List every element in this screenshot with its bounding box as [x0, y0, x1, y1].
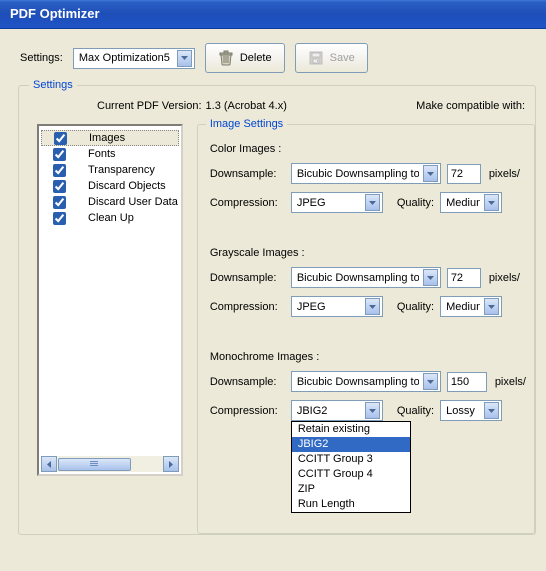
main-columns: Images Fonts Transparency Discard Objects Di…	[19, 124, 535, 534]
dropdown-option[interactable]: Retain existing	[292, 422, 410, 437]
category-checkbox[interactable]	[53, 180, 66, 193]
settings-toolbar: Settings: Max Optimization5 Delete Save	[18, 43, 536, 73]
mono-compression-dropdown[interactable]: JBIG2	[291, 400, 383, 421]
horizontal-scrollbar[interactable]	[41, 456, 179, 472]
chevron-down-icon	[365, 298, 380, 315]
chevron-down-icon	[484, 402, 499, 419]
quality-label: Quality:	[397, 197, 434, 209]
image-settings-group: Image Settings Color Images : Downsample…	[197, 124, 535, 534]
category-label: Fonts	[88, 148, 116, 160]
category-checkbox[interactable]	[53, 212, 66, 225]
gray-heading: Grayscale Images :	[210, 247, 526, 259]
settings-label: Settings:	[20, 52, 63, 64]
scroll-left-button[interactable]	[41, 456, 57, 472]
color-downsample-dropdown[interactable]: Bicubic Downsampling to	[291, 163, 441, 184]
category-label: Transparency	[88, 164, 155, 176]
category-checkbox[interactable]	[54, 132, 67, 145]
category-label: Discard Objects	[88, 180, 166, 192]
compat-label: Make compatible with:	[416, 100, 525, 112]
window-titlebar: PDF Optimizer	[0, 0, 546, 29]
mono-quality-dropdown[interactable]: Lossy	[440, 400, 502, 421]
settings-preset-dropdown[interactable]: Max Optimization5	[73, 48, 195, 69]
category-row[interactable]: Images	[41, 130, 179, 146]
save-button-label: Save	[330, 52, 355, 64]
dropdown-option[interactable]: ZIP	[292, 482, 410, 497]
dropdown-option[interactable]: JBIG2	[292, 437, 410, 452]
delete-button[interactable]: Delete	[205, 43, 285, 73]
compression-label: Compression:	[210, 197, 285, 209]
gray-dpi-input[interactable]	[447, 268, 481, 288]
chevron-down-icon	[177, 50, 192, 67]
category-label: Clean Up	[88, 212, 134, 224]
chevron-down-icon	[423, 165, 438, 182]
category-checkbox[interactable]	[53, 196, 66, 209]
chevron-down-icon	[423, 373, 438, 390]
scroll-right-button[interactable]	[163, 456, 179, 472]
category-row[interactable]: Clean Up	[41, 210, 179, 226]
category-checkbox[interactable]	[53, 148, 66, 161]
window-body: Settings: Max Optimization5 Delete Save	[0, 29, 546, 535]
trash-icon	[218, 50, 234, 66]
save-icon	[308, 50, 324, 66]
category-row[interactable]: Discard User Data	[41, 194, 179, 210]
dropdown-option[interactable]: CCITT Group 3	[292, 452, 410, 467]
settings-fieldset: Settings Current PDF Version: 1.3 (Acrob…	[18, 85, 536, 535]
mono-dpi-input[interactable]	[447, 372, 487, 392]
settings-legend: Settings	[29, 79, 77, 91]
window-title: PDF Optimizer	[10, 6, 100, 21]
downsample-label: Downsample:	[210, 168, 285, 180]
pixels-label: pixels/	[489, 168, 520, 180]
category-row[interactable]: Fonts	[41, 146, 179, 162]
category-checkbox[interactable]	[53, 164, 66, 177]
chevron-down-icon	[423, 269, 438, 286]
current-version-value: 1.3 (Acrobat 4.x)	[206, 100, 287, 112]
color-compression-dropdown[interactable]: JPEG	[291, 192, 383, 213]
chevron-down-icon	[365, 402, 380, 419]
color-dpi-input[interactable]	[447, 164, 481, 184]
dropdown-option[interactable]: Run Length	[292, 497, 410, 512]
category-row[interactable]: Transparency	[41, 162, 179, 178]
category-list: Images Fonts Transparency Discard Objects Di…	[37, 124, 183, 476]
delete-button-label: Delete	[240, 52, 272, 64]
chevron-down-icon	[365, 194, 380, 211]
mono-heading: Monochrome Images :	[210, 351, 526, 363]
color-heading: Color Images :	[210, 143, 526, 155]
scroll-track[interactable]	[57, 456, 163, 472]
chevron-down-icon	[484, 194, 499, 211]
current-version-label: Current PDF Version:	[97, 100, 202, 112]
gray-downsample-dropdown[interactable]: Bicubic Downsampling to	[291, 267, 441, 288]
gray-compression-dropdown[interactable]: JPEG	[291, 296, 383, 317]
mono-downsample-dropdown[interactable]: Bicubic Downsampling to	[291, 371, 441, 392]
scroll-thumb[interactable]	[58, 458, 131, 471]
chevron-down-icon	[484, 298, 499, 315]
category-label: Discard User Data	[88, 196, 178, 208]
save-button[interactable]: Save	[295, 43, 368, 73]
color-quality-dropdown[interactable]: Medium	[440, 192, 502, 213]
image-settings-legend: Image Settings	[206, 118, 287, 130]
mono-compression-options[interactable]: Retain existingJBIG2CCITT Group 3CCITT G…	[291, 421, 411, 513]
gray-quality-dropdown[interactable]: Medium	[440, 296, 502, 317]
dropdown-option[interactable]: CCITT Group 4	[292, 467, 410, 482]
category-label: Images	[89, 132, 125, 144]
category-row[interactable]: Discard Objects	[41, 178, 179, 194]
settings-preset-value: Max Optimization5	[79, 52, 173, 64]
